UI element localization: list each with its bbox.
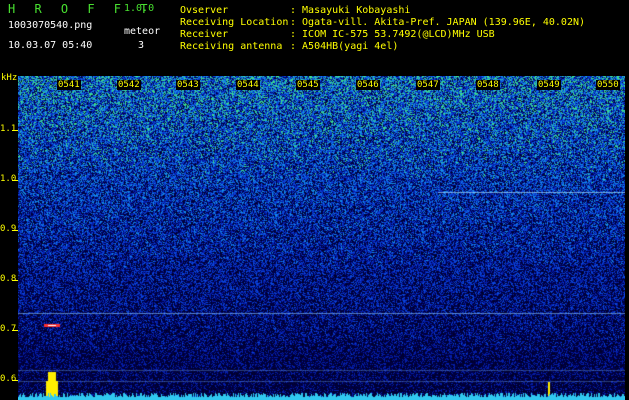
receiver-value: : ICOM IC-575 53.7492(@LCD)MHz USB [290, 29, 495, 40]
x-tick-label: 0541 [57, 80, 81, 90]
y-tick-label: 1.1 [0, 124, 17, 134]
y-tick-label: 1.0 [0, 174, 17, 184]
y-tick [12, 280, 18, 281]
observer-value: : Masayuki Kobayashi [290, 5, 411, 16]
x-tick-label: 0546 [356, 80, 380, 90]
location-value: : Ogata-vill. Akita-Pref. JAPAN (139.96E… [290, 17, 586, 28]
meteor-label: meteor [124, 26, 161, 37]
y-tick [12, 130, 18, 131]
observer-label: Ovserver [180, 5, 229, 16]
x-tick-label: 0545 [296, 80, 320, 90]
x-tick-label: 0548 [476, 80, 500, 90]
y-tick-label: 0.9 [0, 224, 17, 234]
app-version: 1.0.0 [124, 3, 155, 14]
x-tick-label: 0542 [117, 80, 141, 90]
y-tick [12, 380, 18, 381]
file-datetime: 10.03.07 05:40 [8, 40, 93, 51]
location-label: Receiving Location [180, 17, 289, 28]
x-tick-label: 0550 [596, 80, 620, 90]
file-name: 1003070540.png [8, 20, 93, 31]
x-tick-label: 0547 [416, 80, 440, 90]
y-tick [12, 330, 18, 331]
y-tick-label: 0.6 [0, 374, 17, 384]
header-panel: H R O F F T 1.0.0 1003070540.png 10.03.0… [0, 0, 629, 76]
x-tick-label: 0544 [236, 80, 260, 90]
meteor-count: 3 [138, 40, 145, 51]
spectrogram-canvas [18, 76, 625, 400]
y-tick-label: 0.7 [0, 324, 17, 334]
y-tick-label: 0.8 [0, 274, 17, 284]
y-tick [12, 180, 18, 181]
x-tick-label: 0549 [537, 80, 561, 90]
antenna-label: Receiving antenna [180, 41, 283, 52]
y-axis-unit: kHz [1, 73, 18, 83]
antenna-value: : A504HB(yagi 4el) [290, 41, 399, 52]
x-tick-label: 0543 [176, 80, 200, 90]
y-tick [12, 230, 18, 231]
receiver-label: Receiver [180, 29, 229, 40]
